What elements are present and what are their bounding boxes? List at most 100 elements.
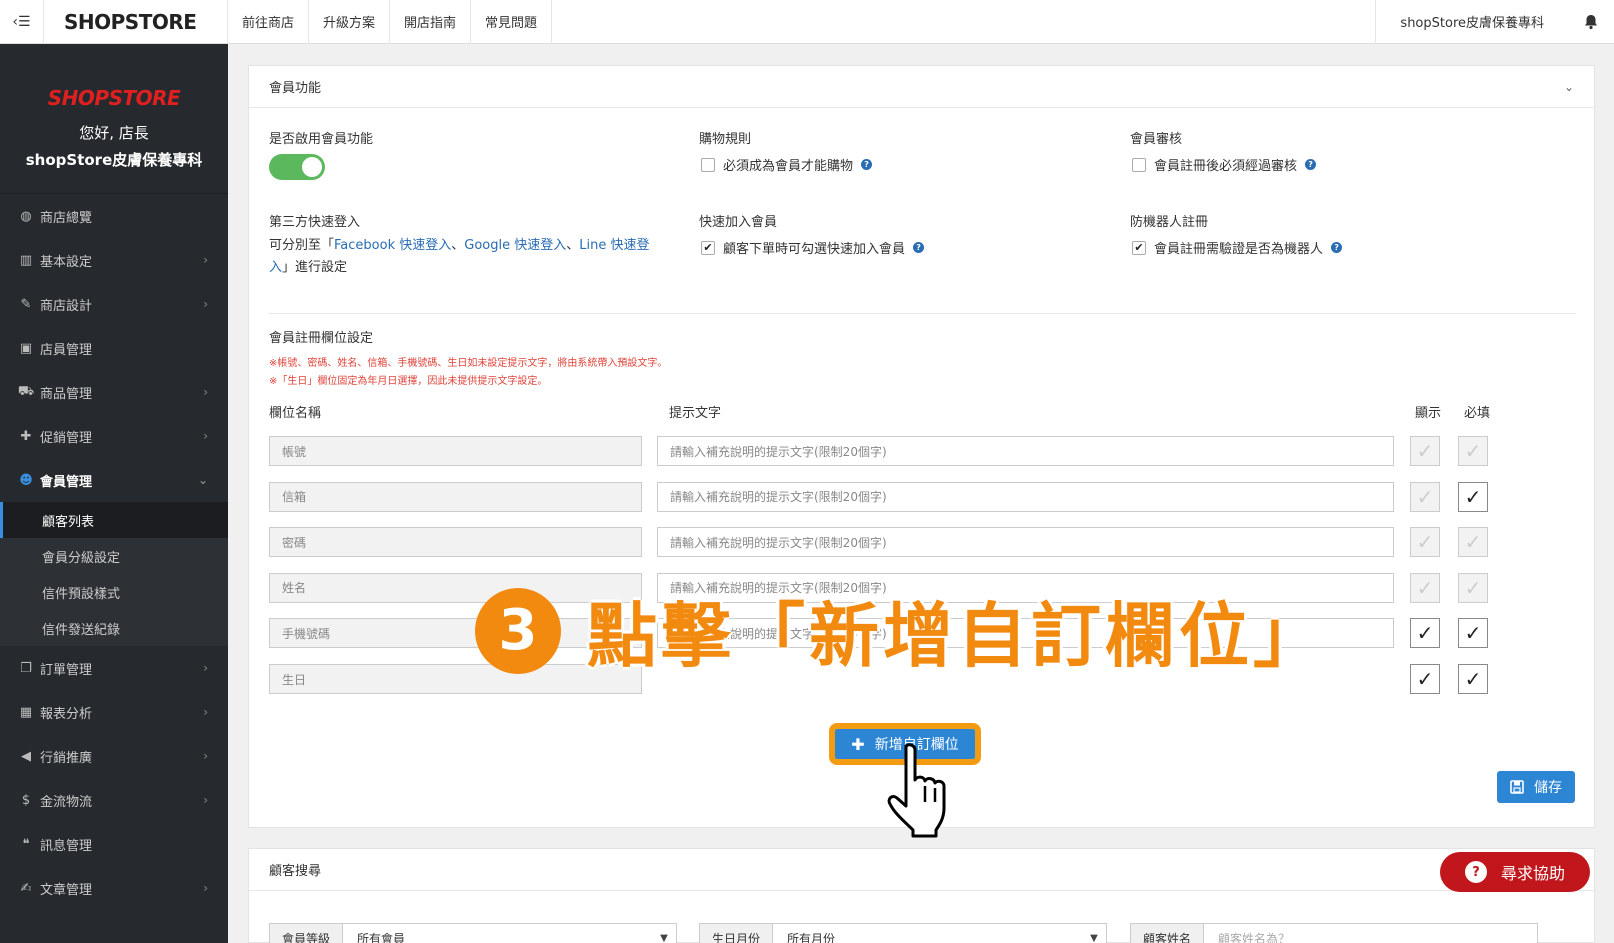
- quick-join-checkbox[interactable]: ✔: [701, 240, 715, 255]
- submenu-email-templates[interactable]: 信件預設樣式: [0, 574, 228, 610]
- sidebar-item[interactable]: $ 金流物流 ›: [0, 778, 228, 822]
- sidebar-item[interactable]: ✍ 文章管理 ›: [0, 866, 228, 910]
- line-login-link[interactable]: Line 快速登: [579, 238, 649, 253]
- member-level-value: 所有會員: [357, 931, 406, 943]
- reg-note-1: ※帳號、密碼、姓名、信箱、手機號碼、生日如未設定提示文字，將由系統帶入預設文字。: [269, 358, 668, 369]
- field-hint-input[interactable]: 請輸入補充說明的提示文字(限制20個字): [657, 481, 1394, 512]
- floppy-icon: [1510, 780, 1524, 794]
- sidebar-item[interactable]: ▥ 基本設定 ›: [0, 238, 228, 282]
- step-instruction: 點擊「新增自訂欄位」: [587, 595, 1327, 677]
- required-checkbox[interactable]: ✓: [1458, 664, 1488, 694]
- question-icon[interactable]: ?: [1331, 242, 1343, 253]
- sidebar-item-label: 訊息管理: [40, 838, 93, 854]
- panel-title: 會員功能: [269, 81, 322, 96]
- chevron-right-icon: ›: [203, 705, 208, 719]
- third-party-suffix: 」進行設定: [282, 260, 348, 275]
- enable-member-label: 是否啟用會員功能: [269, 132, 374, 147]
- save-button[interactable]: 儲存: [1497, 771, 1575, 803]
- google-login-link[interactable]: Google 快速登入: [464, 238, 566, 253]
- sidebar-item[interactable]: ◀ 行銷推廣 ›: [0, 734, 228, 778]
- sidebar-brand: SHOPSTORE 您好, 店長 shopStore皮膚保養專科: [0, 44, 228, 194]
- hand-pointer-icon: [887, 743, 946, 838]
- question-icon[interactable]: ?: [1305, 159, 1317, 170]
- required-checkbox[interactable]: ✓: [1458, 481, 1488, 512]
- required-checkbox[interactable]: ✓: [1458, 572, 1488, 603]
- facebook-login-link[interactable]: Facebook 快速登入: [334, 238, 451, 253]
- nav-go-to-store[interactable]: 前往商店: [228, 0, 310, 44]
- menu-collapse-icon: ‹☰: [12, 13, 31, 30]
- sidebar-item[interactable]: ❝ 訊息管理: [0, 822, 228, 866]
- chevron-right-icon: ›: [203, 881, 208, 895]
- required-checkbox[interactable]: ✓: [1458, 527, 1488, 558]
- column-header-required: 必填: [1464, 406, 1491, 421]
- search-panel-header[interactable]: 顧客搜尋: [249, 849, 1594, 891]
- show-checkbox[interactable]: ✓: [1410, 572, 1440, 603]
- anti-bot-option: 會員註冊需驗證是否為機器人: [1154, 242, 1324, 257]
- sidebar-item[interactable]: ❐ 訂單管理 ›: [0, 646, 228, 690]
- birth-month-value: 所有月份: [787, 931, 836, 943]
- show-checkbox[interactable]: ✓: [1410, 481, 1440, 512]
- third-party-login-desc: 可分別至「Facebook 快速登入、Google 快速登入、Line 快速登入…: [269, 235, 677, 279]
- show-checkbox[interactable]: ✓: [1410, 618, 1440, 649]
- notification-button[interactable]: [1568, 0, 1614, 44]
- customer-name-group: 顧客姓名 顧客姓名為？: [1130, 923, 1538, 943]
- sidebar-item[interactable]: ◍ 商店總覽: [0, 194, 228, 238]
- line-login-link-cont[interactable]: 入: [269, 260, 282, 275]
- nav-faq[interactable]: 常見問題: [471, 0, 553, 44]
- bar-chart-icon: ▦: [19, 704, 33, 720]
- enable-member-switch[interactable]: [269, 154, 325, 180]
- third-party-sep: 、: [451, 238, 465, 253]
- divider: [269, 313, 1576, 314]
- sidebar-item-label: 促銷管理: [40, 430, 93, 446]
- chevron-right-icon: ›: [203, 297, 208, 311]
- sidebar-item-label: 金流物流: [40, 794, 93, 810]
- sidebar-item[interactable]: ☻ 會員管理 ⌄: [0, 458, 228, 502]
- bullhorn-icon: ◀: [21, 748, 31, 764]
- sidebar-item[interactable]: ✚ 促銷管理 ›: [0, 414, 228, 458]
- anti-bot-checkbox[interactable]: ✔: [1132, 240, 1146, 255]
- nav-upgrade-plan[interactable]: 升級方案: [309, 0, 391, 44]
- show-checkbox[interactable]: ✓: [1410, 527, 1440, 558]
- reg-fields-label: 會員註冊欄位設定: [269, 331, 374, 346]
- submenu-email-log[interactable]: 信件發送紀錄: [0, 610, 228, 646]
- submenu-member-levels[interactable]: 會員分級設定: [0, 538, 228, 574]
- required-checkbox[interactable]: ✓: [1458, 436, 1488, 466]
- customer-name-label: 顧客姓名: [1131, 924, 1205, 943]
- field-hint-input[interactable]: 請輸入補充說明的提示文字(限制20個字): [657, 436, 1394, 466]
- show-checkbox[interactable]: ✓: [1410, 436, 1440, 466]
- sidebar-item[interactable]: ⛟ 商品管理 ›: [0, 370, 228, 414]
- chevron-right-icon: ›: [203, 749, 208, 763]
- member-review-checkbox[interactable]: [1132, 157, 1146, 172]
- top-logo[interactable]: SHOPSTORE: [44, 0, 228, 44]
- dollar-icon: $: [21, 792, 31, 808]
- required-checkbox[interactable]: ✓: [1458, 618, 1488, 649]
- nav-store-guide[interactable]: 開店指南: [390, 0, 472, 44]
- third-party-sep: 、: [566, 238, 580, 253]
- store-name-menu[interactable]: shopStore皮膚保養專科: [1375, 0, 1568, 44]
- field-name-input: 信箱: [269, 481, 642, 512]
- edit-icon: ✍: [20, 880, 32, 896]
- customer-name-input[interactable]: 顧客姓名為？: [1204, 924, 1537, 943]
- field-hint-input[interactable]: 請輸入補充說明的提示文字(限制20個字): [657, 527, 1394, 558]
- question-icon[interactable]: ?: [913, 242, 925, 253]
- search-panel-title: 顧客搜尋: [269, 864, 322, 879]
- member-level-select[interactable]: 會員等級 所有會員 ▼: [269, 923, 677, 943]
- sidebar-item[interactable]: ✎ 商店設計 ›: [0, 282, 228, 326]
- panel-header[interactable]: 會員功能 ⌄: [249, 66, 1594, 108]
- submenu-customer-list[interactable]: 顧客列表: [0, 502, 228, 538]
- sidebar-item-label: 商店設計: [40, 298, 93, 314]
- sidebar-toggle-button[interactable]: ‹☰: [0, 0, 44, 44]
- question-icon[interactable]: ?: [861, 159, 873, 170]
- chevron-down-icon: ▼: [660, 932, 668, 943]
- sidebar-item[interactable]: ▣ 店員管理: [0, 326, 228, 370]
- help-button[interactable]: ? 尋求協助: [1440, 852, 1590, 892]
- reg-note-2: ※「生日」欄位固定為年月日選擇，因此未提供提示文字設定。: [269, 376, 548, 387]
- shopping-rule-checkbox[interactable]: [701, 157, 715, 172]
- show-checkbox[interactable]: ✓: [1410, 664, 1440, 694]
- chevron-down-icon[interactable]: ⌄: [1564, 80, 1574, 94]
- birth-month-select[interactable]: 生日月份 所有月份 ▼: [699, 923, 1107, 943]
- sidebar-item-label: 行銷推廣: [40, 750, 93, 766]
- sidebar-item[interactable]: ▦ 報表分析 ›: [0, 690, 228, 734]
- member-review-label: 會員審核: [1130, 132, 1183, 147]
- dashboard-icon: ◍: [20, 208, 32, 224]
